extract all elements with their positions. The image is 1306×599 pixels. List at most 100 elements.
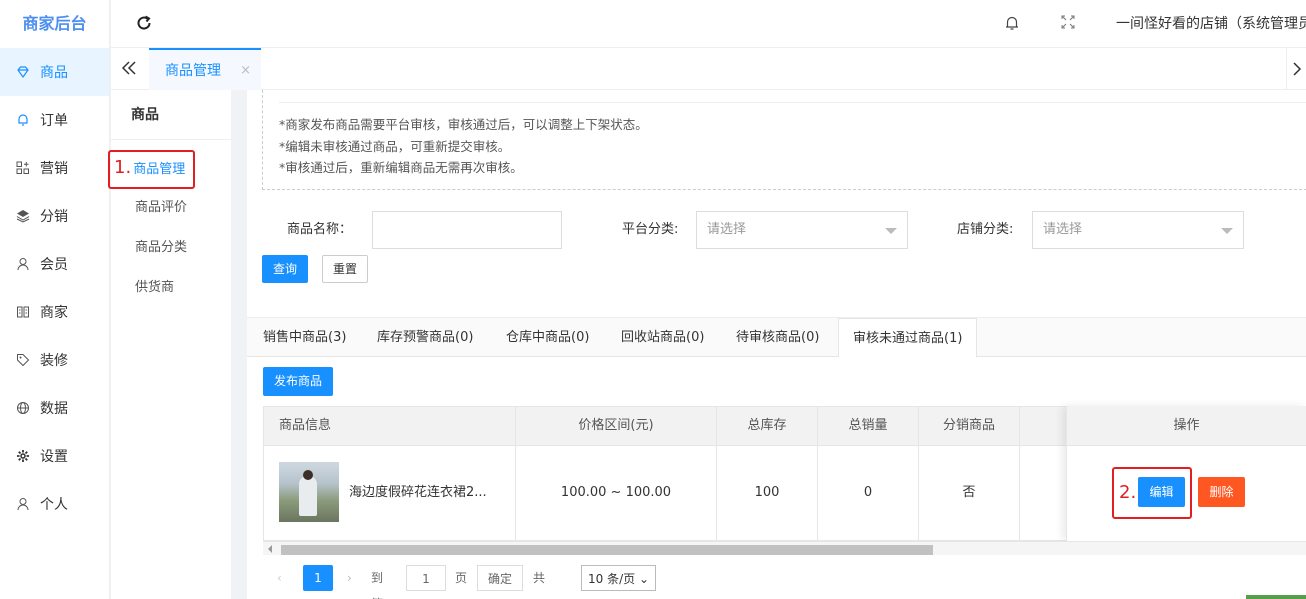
goods-name-label: 商品名称： — [287, 222, 353, 237]
tab-in-warehouse[interactable]: 仓库中商品(0) — [492, 318, 603, 357]
td-goods-info: 海边度假碎花连衣裙2... — [264, 446, 516, 540]
sidebar-item-label: 分销 — [40, 209, 68, 225]
user-icon — [16, 257, 30, 271]
goto-page-input[interactable]: 1 — [406, 565, 446, 591]
top-header: 一间怪好看的店铺（系统管理员 — [111, 0, 1306, 48]
layers-icon — [16, 209, 30, 223]
page-number-current[interactable]: 1 — [303, 565, 333, 591]
dropdown-arrow-icon — [1221, 228, 1233, 234]
goto-label: 到第 — [371, 571, 384, 599]
tag-icon — [16, 353, 30, 367]
sidebar-item-label: 商家 — [40, 305, 68, 321]
sidebar-item-label: 订单 — [40, 113, 68, 129]
main-content: *商家发布商品需要平台审核，审核通过后，可以调整上下架状态。 *编辑未审核通过商… — [247, 90, 1306, 599]
highlight-box-step1: 1. 商品管理 — [108, 150, 196, 189]
subnav-item-goods-review[interactable]: 商品评价 — [111, 188, 231, 228]
total-count: 共 1 条 — [533, 571, 546, 599]
sidebar-item-label: 数据 — [40, 401, 68, 417]
page-tabstrip: 商品管理 × — [111, 48, 1306, 90]
tab-review-rejected[interactable]: 审核未通过商品(1) — [838, 318, 978, 358]
corner-badge — [1246, 595, 1306, 599]
sidebar-item-settings[interactable]: 设置 — [0, 432, 109, 480]
per-page-value: 10 条/页 — [587, 572, 636, 586]
goods-name[interactable]: 海边度假碎花连衣裙2... — [349, 446, 487, 540]
sidebar-item-label: 装修 — [40, 353, 68, 369]
tab-on-sale[interactable]: 销售中商品(3) — [249, 318, 360, 357]
sidebar-item-personal[interactable]: 个人 — [0, 480, 109, 528]
publish-goods-button[interactable]: 发布商品 — [263, 367, 333, 396]
tab-scroll-right-icon[interactable] — [1286, 48, 1306, 90]
tab-pending-review[interactable]: 待审核商品(0) — [722, 318, 833, 357]
thumbnail-head — [303, 470, 313, 480]
sidebar-item-marketing[interactable]: 营销 — [0, 144, 109, 192]
sidebar-item-members[interactable]: 会员 — [0, 240, 109, 288]
shop-category-select[interactable]: 请选择 — [1032, 211, 1244, 249]
reset-button[interactable]: 重置 — [322, 255, 368, 283]
sidebar-item-orders[interactable]: 订单 — [0, 96, 109, 144]
diamond-icon — [16, 65, 30, 79]
goods-thumbnail[interactable] — [279, 462, 339, 522]
tab-stock-warning[interactable]: 库存预警商品(0) — [363, 318, 487, 357]
scrollbar-thumb[interactable] — [281, 545, 933, 555]
refresh-icon[interactable] — [135, 14, 153, 32]
sidebar-item-merchant[interactable]: 商家 — [0, 288, 109, 336]
main-sidebar: 商家后台 商品 订单 营销 分销 会员 商家 装修 数据 设置 个人 — [0, 0, 110, 599]
tab-close-icon[interactable]: × — [240, 63, 251, 78]
td-distribution: 否 — [919, 446, 1020, 540]
td-total-sales: 0 — [818, 446, 919, 540]
th-actions: 操作 — [1067, 406, 1306, 446]
person-icon — [16, 497, 30, 511]
edit-button[interactable]: 编辑 — [1138, 477, 1185, 507]
goto-confirm-button[interactable]: 确定 — [477, 565, 523, 591]
delete-button[interactable]: 删除 — [1198, 477, 1245, 507]
sidebar-item-decoration[interactable]: 装修 — [0, 336, 109, 384]
store-icon — [16, 305, 30, 319]
select-placeholder: 请选择 — [707, 222, 747, 237]
sidebar-item-label: 会员 — [40, 257, 68, 273]
goods-name-input[interactable] — [372, 211, 562, 249]
subnav-item-goods-category[interactable]: 商品分类 — [111, 228, 231, 268]
search-button[interactable]: 查询 — [262, 255, 308, 283]
th-total-sales: 总销量 — [818, 407, 919, 445]
sidebar-item-label: 个人 — [40, 497, 68, 513]
th-distribution: 分销商品 — [919, 407, 1020, 445]
select-placeholder: 请选择 — [1043, 222, 1083, 237]
subnav-item-supplier[interactable]: 供货商 — [111, 268, 231, 308]
tab-label: 商品管理 — [165, 63, 221, 79]
subnav-item-goods-management[interactable]: 1. 商品管理 — [108, 148, 231, 189]
notification-bell-icon[interactable] — [1004, 15, 1020, 31]
sidebar-item-goods[interactable]: 商品 — [0, 48, 109, 96]
td-total-stock: 100 — [717, 446, 818, 540]
sidebar-item-label: 设置 — [40, 449, 68, 465]
tab-goods-management[interactable]: 商品管理 × — [149, 48, 261, 90]
gear-icon — [16, 449, 30, 463]
horizontal-scrollbar[interactable] — [263, 541, 1306, 555]
status-tabs: 销售中商品(3) 库存预警商品(0) 仓库中商品(0) 回收站商品(0) 待审核… — [247, 317, 1306, 358]
sidebar-item-data[interactable]: 数据 — [0, 384, 109, 432]
sidebar-item-distribution[interactable]: 分销 — [0, 192, 109, 240]
app-root: 商家后台 商品 订单 营销 分销 会员 商家 装修 数据 设置 个人 一间怪好看… — [0, 0, 1306, 599]
apps-icon — [16, 161, 30, 175]
brand-title: 商家后台 — [22, 14, 87, 33]
prev-page-icon[interactable]: ‹ — [277, 565, 282, 591]
td-actions: 2. 编辑 删除 — [1067, 446, 1306, 541]
collapse-double-left-icon[interactable] — [121, 60, 137, 76]
dropdown-arrow-icon — [885, 228, 897, 234]
sub-sidebar: 商品 1. 商品管理 商品评价 商品分类 供货商 — [108, 90, 231, 599]
next-page-icon[interactable]: › — [347, 565, 352, 591]
shop-name[interactable]: 一间怪好看的店铺（系统管理员 — [1116, 0, 1306, 48]
notice-line: *商家发布商品需要平台审核，审核通过后，可以调整上下架状态。 — [279, 117, 648, 132]
tab-recycle-bin[interactable]: 回收站商品(0) — [607, 318, 718, 357]
th-price-range: 价格区间(元) — [516, 407, 717, 445]
sidebar-item-label: 商品 — [40, 65, 68, 81]
fixed-actions-column: 操作 2. 编辑 删除 — [1066, 406, 1306, 541]
platform-category-select[interactable]: 请选择 — [696, 211, 908, 249]
th-total-stock: 总库存 — [717, 407, 818, 445]
step-1-marker: 1. — [114, 157, 132, 178]
fullscreen-icon[interactable] — [1061, 15, 1075, 29]
step-2-marker: 2. — [1119, 482, 1137, 503]
scroll-left-arrow-icon[interactable] — [268, 545, 272, 553]
th-goods-info: 商品信息 — [264, 407, 516, 445]
notice-line: *审核通过后，重新编辑商品无需再次审核。 — [279, 160, 523, 175]
per-page-select[interactable]: 10 条/页 ⌄ — [581, 565, 656, 591]
